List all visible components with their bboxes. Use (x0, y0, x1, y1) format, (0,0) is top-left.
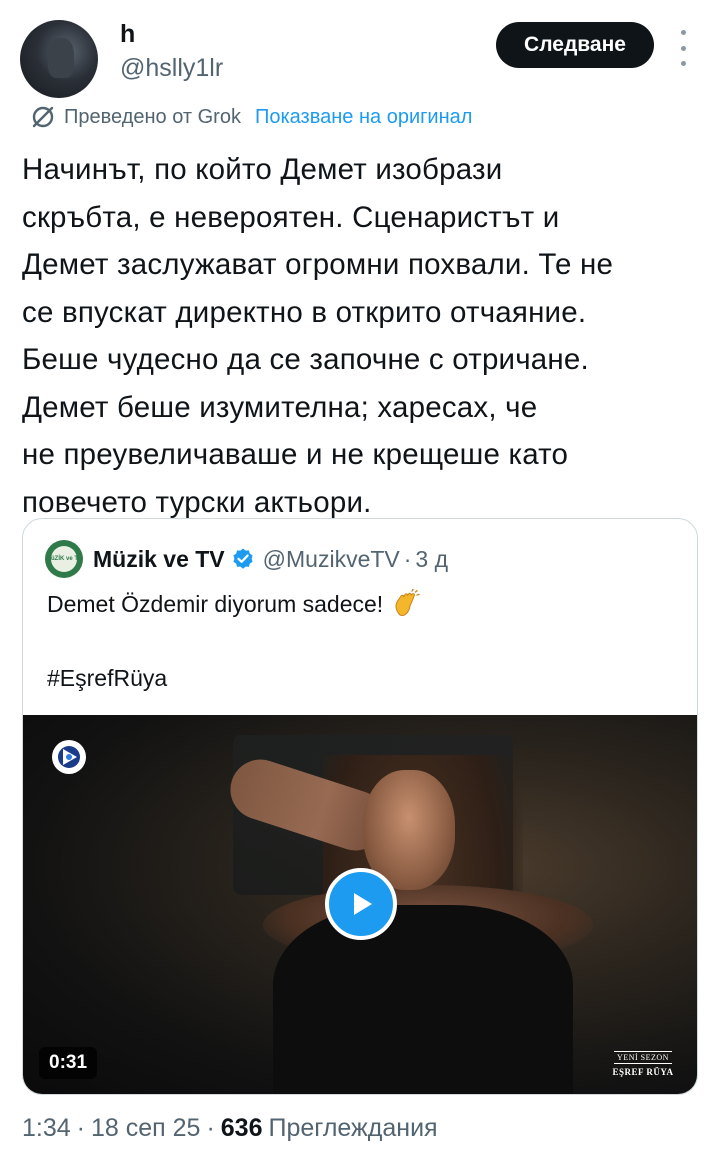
quoted-avatar-text: MüZİK ve TV (46, 546, 82, 572)
tweet-text: Начинът, по който Демет изобрази скръбта… (22, 153, 614, 519)
views-count[interactable]: 636 (221, 1114, 263, 1143)
show-badge: YENİ SEZON EŞREF RÜYA (607, 1047, 679, 1077)
play-button[interactable] (325, 868, 397, 940)
verified-badge-icon (233, 548, 253, 569)
avatar-figure (48, 38, 74, 78)
author-name[interactable]: h (120, 20, 135, 49)
follow-button[interactable]: Следване (496, 22, 654, 68)
more-options-icon[interactable] (676, 30, 690, 66)
quoted-tweet-line1-row: Demet Özdemir diyorum sadece! (47, 589, 421, 619)
tweet-date[interactable]: 18 сеп 25 (91, 1114, 200, 1143)
tweet-footer: 1:34 · 18 сеп 25 · 636 Преглеждания (22, 1108, 438, 1148)
clapping-hands-icon (395, 589, 420, 616)
translation-row: Преведено от Grok Показване на оригинал (30, 102, 472, 132)
video-player[interactable]: 0:31 YENİ SEZON EŞREF RÜYA (23, 715, 697, 1094)
translated-by-label: Преведено от Grok (64, 105, 241, 128)
quoted-author-avatar[interactable]: MüZİK ve TV (45, 540, 83, 578)
badge-show-title: EŞREF RÜYA (612, 1067, 674, 1077)
badge-new-season: YENİ SEZON (614, 1051, 672, 1064)
show-original-link[interactable]: Показване на оригинал (255, 106, 472, 129)
separator-dot: · (206, 1113, 215, 1142)
quoted-tweet-header: MüZİK ve TV Müzik ve TV @MuzikveTV · 3 д (45, 539, 448, 579)
views-label[interactable]: Преглеждания (269, 1114, 438, 1143)
separator-dot: · (403, 545, 412, 572)
author-handle[interactable]: @hslly1lr (120, 54, 223, 83)
separator-dot: · (76, 1113, 85, 1142)
quoted-tweet[interactable]: MüZİK ve TV Müzik ve TV @MuzikveTV · 3 д… (22, 518, 698, 1095)
channel-logo-icon (52, 740, 86, 774)
translate-icon (32, 106, 54, 128)
quoted-author-name[interactable]: Müzik ve TV (93, 546, 225, 573)
quoted-author-handle: @MuzikveTV (262, 545, 400, 572)
author-avatar[interactable] (20, 20, 98, 98)
play-icon (354, 893, 372, 915)
video-duration: 0:31 (39, 1047, 98, 1079)
quoted-tweet-time[interactable]: 3 д (415, 546, 448, 573)
quoted-tweet-hashtag[interactable]: #EşrefRüya (47, 665, 167, 692)
quoted-tweet-line1: Demet Özdemir diyorum sadece! (47, 590, 384, 617)
tweet-time[interactable]: 1:34 (22, 1114, 71, 1143)
video-figure-body (273, 905, 573, 1094)
tweet-header: h @hslly1lr Следване (0, 0, 720, 100)
